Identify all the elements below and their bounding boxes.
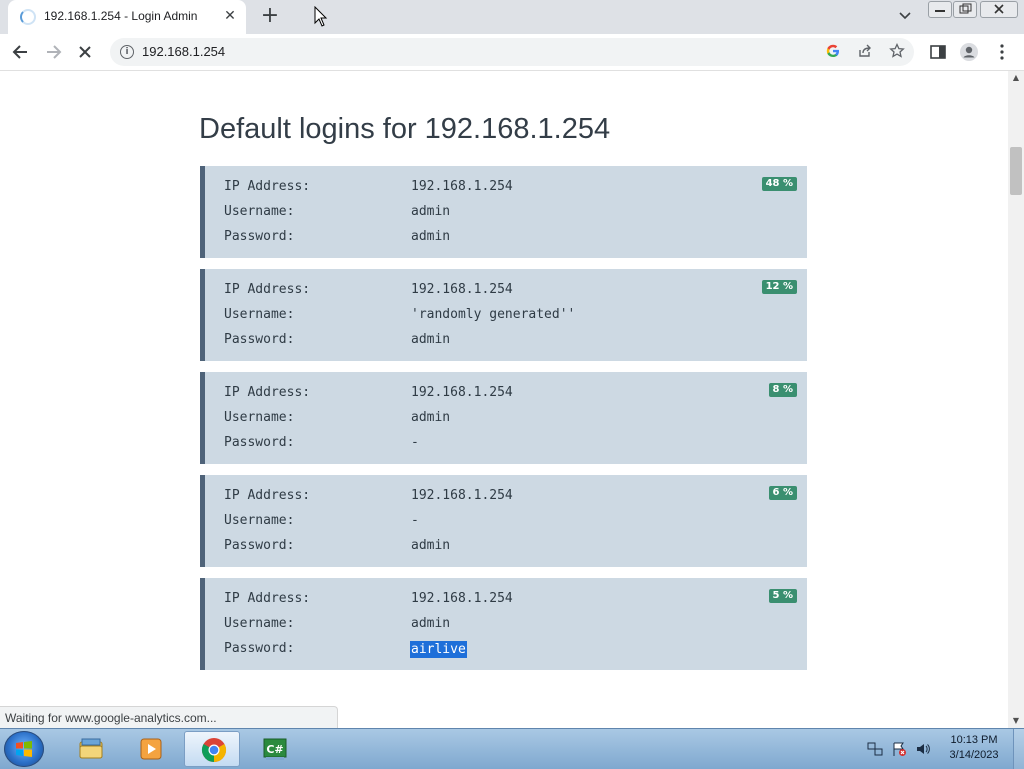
password-label: Password: xyxy=(224,229,295,244)
password-value: admin xyxy=(411,538,451,553)
username-value: 'randomly generated'' xyxy=(411,307,576,322)
start-button[interactable] xyxy=(4,731,44,767)
percent-badge: 5 % xyxy=(768,589,797,603)
username-value: admin xyxy=(411,204,451,219)
username-label: Username: xyxy=(224,513,295,528)
percent-badge: 8 % xyxy=(768,383,797,397)
login-card-5: 5 % IP Address: 192.168.1.254 Username: … xyxy=(200,578,807,670)
ip-value: 192.168.1.254 xyxy=(411,282,513,297)
tab-title: 192.168.1.254 - Login Admin xyxy=(44,9,198,23)
username-value: - xyxy=(411,513,419,528)
network-icon[interactable] xyxy=(867,741,883,757)
scroll-thumb[interactable] xyxy=(1010,147,1022,195)
password-value: admin xyxy=(411,332,451,347)
star-icon[interactable] xyxy=(888,42,906,61)
scroll-up-icon[interactable]: ▲ xyxy=(1008,71,1024,85)
info-icon[interactable]: i xyxy=(120,45,134,59)
minimize-button[interactable] xyxy=(928,1,952,18)
ip-label: IP Address: xyxy=(224,591,311,606)
csharp-icon: C# xyxy=(263,738,287,760)
percent-badge: 12 % xyxy=(761,280,797,294)
vertical-scrollbar[interactable]: ▲ ▼ xyxy=(1008,71,1024,728)
ip-label: IP Address: xyxy=(224,179,311,194)
restore-button[interactable] xyxy=(953,1,977,18)
login-card-1: 48 % IP Address: 192.168.1.254 Username:… xyxy=(200,166,807,258)
scroll-down-icon[interactable]: ▼ xyxy=(1008,714,1024,728)
login-card-3: 8 % IP Address: 192.168.1.254 Username: … xyxy=(200,372,807,464)
side-panel-icon[interactable] xyxy=(927,41,949,63)
status-bubble: Waiting for www.google-analytics.com... xyxy=(0,706,338,728)
username-label: Username: xyxy=(224,307,295,322)
ip-label: IP Address: xyxy=(224,488,311,503)
folder-icon xyxy=(79,738,103,759)
close-window-button[interactable] xyxy=(980,1,1018,18)
tab-strip: 192.168.1.254 - Login Admin ✕ + xyxy=(0,0,1024,34)
forward-icon[interactable] xyxy=(40,40,66,64)
taskbar: C# 10:13 PM 3/14/2023 xyxy=(0,728,1024,769)
ip-value: 192.168.1.254 xyxy=(411,591,513,606)
clock-date: 3/14/2023 xyxy=(949,749,999,761)
media-player-icon xyxy=(140,738,162,760)
ip-value: 192.168.1.254 xyxy=(411,488,513,503)
password-label: Password: xyxy=(224,332,295,347)
loading-spinner-icon xyxy=(20,9,36,25)
password-label: Password: xyxy=(224,641,295,656)
menu-icon[interactable] xyxy=(991,41,1013,63)
windows-logo-icon xyxy=(16,741,32,757)
password-value: - xyxy=(411,435,419,450)
svg-text:C#: C# xyxy=(266,743,283,756)
login-card-4: 6 % IP Address: 192.168.1.254 Username: … xyxy=(200,475,807,567)
password-label: Password: xyxy=(224,538,295,553)
taskbar-explorer[interactable] xyxy=(62,731,118,767)
username-label: Username: xyxy=(224,204,295,219)
page-title: Default logins for 192.168.1.254 xyxy=(199,113,611,145)
ip-label: IP Address: xyxy=(224,385,311,400)
share-icon[interactable] xyxy=(856,43,874,61)
username-label: Username: xyxy=(224,410,295,425)
password-label: Password: xyxy=(224,435,295,450)
close-tab-icon[interactable]: ✕ xyxy=(220,6,240,26)
ip-value: 192.168.1.254 xyxy=(411,179,513,194)
login-card-2: 12 % IP Address: 192.168.1.254 Username:… xyxy=(200,269,807,361)
tab-search-chevron-icon[interactable] xyxy=(895,8,915,26)
system-clock[interactable]: 10:13 PM 3/14/2023 xyxy=(942,733,1006,763)
ip-label: IP Address: xyxy=(224,282,311,297)
profile-icon[interactable] xyxy=(958,41,980,63)
address-bar[interactable]: i 192.168.1.254 xyxy=(110,38,914,66)
stop-icon[interactable] xyxy=(72,40,98,64)
action-center-flag-icon[interactable] xyxy=(891,741,907,757)
taskbar-chrome[interactable] xyxy=(184,731,240,767)
clock-time: 10:13 PM xyxy=(950,734,998,746)
new-tab-button[interactable]: + xyxy=(257,4,283,30)
show-desktop-button[interactable] xyxy=(1013,729,1024,769)
page-viewport: Default logins for 192.168.1.254 48 % IP… xyxy=(0,71,1008,728)
volume-icon[interactable] xyxy=(915,741,931,757)
chrome-icon xyxy=(201,738,227,762)
google-icon[interactable] xyxy=(824,43,842,61)
ip-value: 192.168.1.254 xyxy=(411,385,513,400)
percent-badge: 6 % xyxy=(768,486,797,500)
taskbar-csharp-app[interactable]: C# xyxy=(246,731,302,767)
password-value: admin xyxy=(411,229,451,244)
password-value-selected[interactable]: airlive xyxy=(410,641,467,658)
username-label: Username: xyxy=(224,616,295,631)
browser-toolbar: i 192.168.1.254 xyxy=(0,34,1024,71)
browser-tab[interactable]: 192.168.1.254 - Login Admin ✕ xyxy=(8,0,246,34)
url-text[interactable]: 192.168.1.254 xyxy=(142,44,225,59)
percent-badge: 48 % xyxy=(761,177,797,191)
taskbar-media-player[interactable] xyxy=(122,731,178,767)
username-value: admin xyxy=(411,410,451,425)
back-icon[interactable] xyxy=(8,40,34,64)
username-value: admin xyxy=(411,616,451,631)
